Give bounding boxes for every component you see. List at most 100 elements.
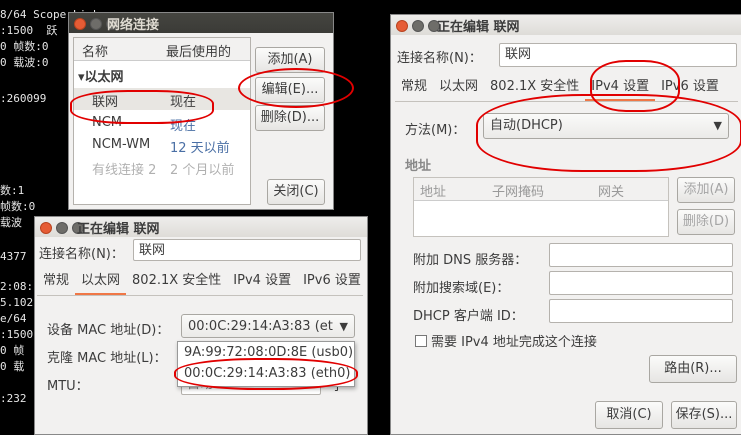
conn-name-input[interactable]: 联网: [133, 239, 361, 261]
list-header: 名称 最后使用的: [74, 38, 250, 61]
tab-ethernet[interactable]: 以太网: [75, 269, 127, 295]
address-section-title: 地址: [405, 159, 432, 174]
edit-small-titlebar: 正在编辑 联网: [35, 217, 367, 237]
terminal-line: :260099: [0, 92, 47, 105]
dns-input[interactable]: [549, 243, 733, 267]
table-row-selected[interactable]: 联网 现在: [74, 88, 250, 110]
device-mac-select[interactable]: 00:0C:29:14:A3:83 (et ▼: [181, 314, 355, 338]
tab-8021x[interactable]: 802.1X 安全性: [484, 75, 585, 99]
dhcp-client-id-label: DHCP 客户端 ID：: [413, 309, 524, 324]
tab-ipv6[interactable]: IPv6 设置: [297, 269, 367, 293]
tab-bar: 常规 以太网 802.1X 安全性 IPv4 设置 IPv6 设置: [37, 269, 367, 295]
close-icon[interactable]: [74, 18, 86, 30]
delete-button[interactable]: 删除(D)...: [255, 105, 325, 131]
row-name: 有线连接 2: [92, 163, 157, 178]
row-last: 现在: [170, 119, 197, 134]
dns-label: 附加 DNS 服务器：: [413, 253, 528, 268]
row-name: 联网: [92, 95, 119, 110]
group-label: 以太网: [84, 70, 124, 85]
terminal-line: 5.102: [0, 296, 34, 309]
terminal-line: 帧数:0: [0, 200, 36, 213]
col-last-used-header[interactable]: 最后使用的: [166, 41, 231, 60]
cancel-button[interactable]: 取消(C): [595, 401, 663, 429]
require-ipv4-checkbox[interactable]: 需要 IPv4 地址完成这个连接: [415, 331, 597, 350]
tab-8021x[interactable]: 802.1X 安全性: [126, 269, 227, 293]
minimize-icon[interactable]: [412, 20, 424, 32]
window-title: 网络连接: [107, 18, 160, 33]
connection-list[interactable]: 名称 最后使用的 ▾以太网 联网 现在 NCM 现在 NCM-WM 12 天以前…: [73, 37, 251, 205]
terminal-line: 载波: [0, 216, 22, 229]
method-select[interactable]: 自动(DHCP) ▼: [483, 113, 729, 139]
chevron-down-icon: ▼: [339, 320, 348, 333]
mac-option-usb0[interactable]: 9A:99:72:08:0D:8E (usb0): [184, 345, 353, 360]
search-domain-label: 附加搜索域(E)：: [413, 281, 510, 296]
edit-window-ipv4: 正在编辑 联网 连接名称(N)： 联网 常规 以太网 802.1X 安全性 IP…: [390, 14, 741, 435]
terminal-line: 数:1: [0, 184, 25, 197]
mtu-label: MTU：: [47, 379, 89, 394]
conn-name-input[interactable]: 联网: [499, 43, 737, 67]
device-mac-label: 设备 MAC 地址(D)：: [47, 323, 170, 338]
group-ethernet[interactable]: ▾以太网: [78, 66, 124, 85]
terminal-line: 0 帧: [0, 344, 25, 357]
table-row[interactable]: NCM 现在: [74, 112, 250, 134]
edit-window-ethernet: 正在编辑 联网 连接名称(N)： 联网 常规 以太网 802.1X 安全性 IP…: [34, 216, 368, 435]
tab-ethernet[interactable]: 以太网: [433, 75, 484, 99]
terminal-line: 2:08:: [0, 280, 34, 293]
terminal-line: e/64: [0, 312, 27, 325]
address-delete-button[interactable]: 删除(D): [677, 209, 735, 235]
tab-general[interactable]: 常规: [395, 75, 433, 99]
mac-dropdown-menu: 9A:99:72:08:0D:8E (usb0) 00:0C:29:14:A3:…: [177, 341, 355, 387]
method-label: 方法(M)：: [405, 123, 466, 138]
save-button[interactable]: 保存(S)...: [671, 401, 737, 429]
tab-ipv4[interactable]: IPv4 设置: [227, 269, 297, 293]
routes-button[interactable]: 路由(R)...: [649, 355, 737, 383]
table-row[interactable]: NCM-WM 12 天以前: [74, 134, 250, 156]
terminal-line: 4377: [0, 250, 27, 263]
window-title: 正在编辑 联网: [437, 20, 520, 35]
checkbox-icon: [415, 335, 427, 347]
require-ipv4-label: 需要 IPv4 地址完成这个连接: [431, 335, 597, 350]
edit-large-titlebar: 正在编辑 联网: [391, 15, 741, 35]
close-icon[interactable]: [40, 222, 52, 234]
col-mask: 子网掩码: [492, 185, 545, 200]
row-last: 12 天以前: [170, 141, 230, 156]
device-mac-value: 00:0C:29:14:A3:83 (et: [188, 319, 333, 334]
terminal-line: :232: [0, 392, 27, 405]
window-title: 正在编辑 联网: [77, 222, 160, 237]
chevron-down-icon: ▼: [713, 119, 722, 132]
terminal-line: 0 载: [0, 360, 25, 373]
table-row[interactable]: 有线连接 2 2 个月以前: [74, 156, 250, 178]
edit-button[interactable]: 编辑(E)...: [255, 77, 325, 103]
minimize-icon[interactable]: [56, 222, 68, 234]
col-name-header[interactable]: 名称: [82, 41, 108, 60]
address-table-header: 地址 子网掩码 网关: [414, 178, 668, 201]
row-last: 现在: [170, 95, 197, 110]
search-domain-input[interactable]: [549, 271, 733, 295]
method-value: 自动(DHCP): [490, 118, 563, 133]
tab-ipv4[interactable]: IPv4 设置: [585, 75, 656, 101]
add-button[interactable]: 添加(A): [255, 47, 325, 73]
close-icon[interactable]: [396, 20, 408, 32]
address-table[interactable]: 地址 子网掩码 网关: [413, 177, 669, 237]
tab-general[interactable]: 常规: [37, 269, 75, 293]
address-add-button[interactable]: 添加(A): [677, 177, 735, 203]
conn-name-label: 连接名称(N)：: [397, 51, 482, 66]
conn-name-label: 连接名称(N)：: [39, 247, 124, 262]
close-button[interactable]: 关闭(C): [267, 179, 325, 205]
clone-mac-label: 克隆 MAC 地址(L)：: [47, 351, 167, 366]
col-gateway: 网关: [598, 185, 625, 200]
tab-bar: 常规 以太网 802.1X 安全性 IPv4 设置 IPv6 设置: [395, 75, 725, 101]
row-name: NCM: [92, 115, 123, 130]
row-name: NCM-WM: [92, 137, 151, 152]
network-connections-window: 网络连接 名称 最后使用的 ▾以太网 联网 现在 NCM 现在 NCM-WM 1…: [68, 12, 334, 210]
tab-ipv6[interactable]: IPv6 设置: [655, 75, 725, 99]
dhcp-client-id-input[interactable]: [549, 299, 733, 323]
net-titlebar: 网络连接: [69, 13, 333, 33]
minimize-icon[interactable]: [90, 18, 102, 30]
terminal-line: :1500: [0, 328, 34, 341]
terminal-line: 0 载波:0: [0, 56, 49, 69]
row-last: 2 个月以前: [170, 163, 235, 178]
terminal-line: :1500 跃: [0, 24, 58, 37]
mac-option-eth0[interactable]: 00:0C:29:14:A3:83 (eth0): [184, 366, 350, 381]
terminal-line: 0 帧数:0: [0, 40, 49, 53]
